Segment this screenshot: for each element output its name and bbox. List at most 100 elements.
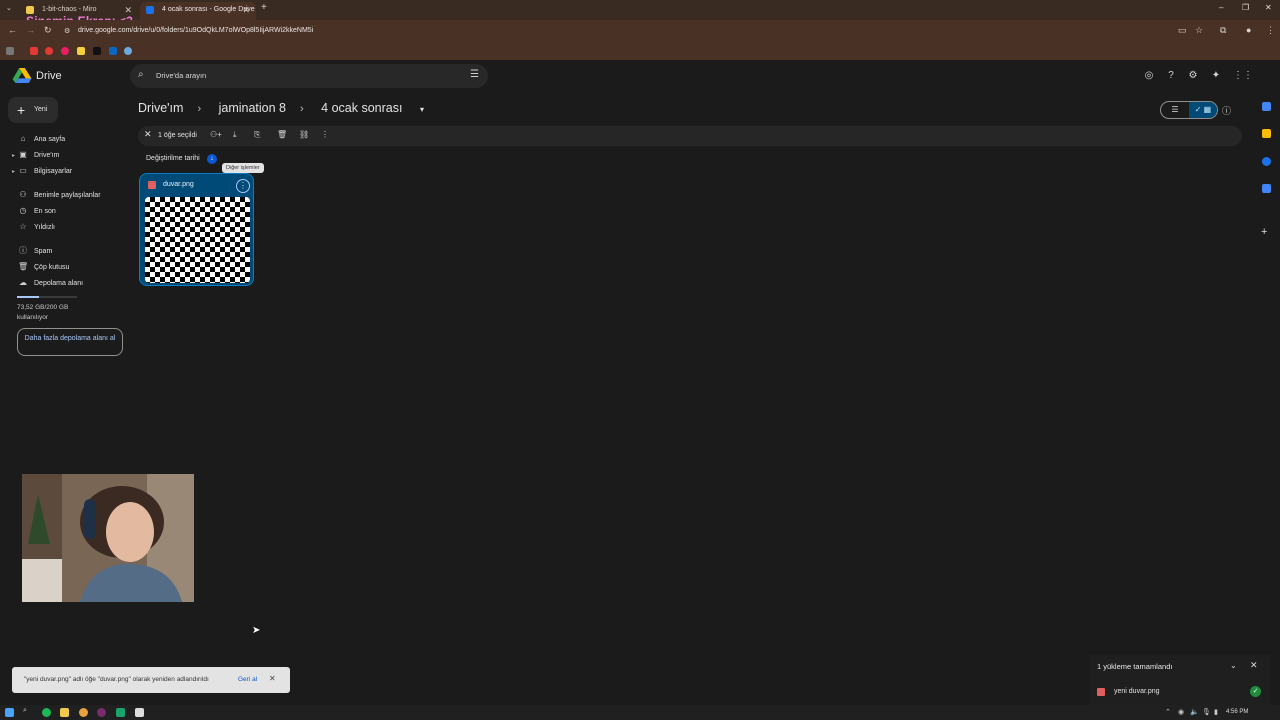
copy-link-icon[interactable]: ⛓ xyxy=(299,130,309,139)
sidebar-item-home[interactable]: ⌂ Ana sayfa xyxy=(18,134,66,146)
volume-icon[interactable]: 🔈 xyxy=(1190,708,1199,716)
reddit-bookmark-icon[interactable] xyxy=(45,47,53,55)
plus-icon: + xyxy=(17,102,26,118)
sort-direction-icon[interactable]: ↓ xyxy=(207,154,217,164)
download-icon[interactable]: ⤓ xyxy=(233,130,237,140)
breadcrumb-my-drive[interactable]: Drive'ım xyxy=(138,101,183,115)
app-icon[interactable] xyxy=(135,708,144,717)
spotify-icon[interactable] xyxy=(42,708,51,717)
drive-brand[interactable]: Drive xyxy=(36,70,62,82)
chrome-icon[interactable] xyxy=(79,708,88,717)
restore-icon[interactable]: ❐ xyxy=(1242,3,1249,12)
youtube-bookmark-icon[interactable] xyxy=(30,47,38,55)
tab-search-icon[interactable]: ⌄ xyxy=(6,4,12,12)
sidebar-item-starred[interactable]: ☆ Yıldızlı xyxy=(18,222,55,234)
help-icon[interactable]: ? xyxy=(1165,70,1177,81)
tasks-icon[interactable] xyxy=(1262,157,1271,166)
search-input[interactable]: Drive'da arayın xyxy=(156,71,206,80)
profile-icon[interactable]: ● xyxy=(1246,25,1251,35)
computer-icon: ▭ xyxy=(19,166,27,175)
add-addon-icon[interactable]: + xyxy=(1261,226,1267,238)
details-info-icon[interactable]: ⓘ xyxy=(1222,104,1231,117)
sidebar-item-my-drive[interactable]: ▸ ▣ Drive'ım xyxy=(12,150,59,162)
breadcrumb: Drive'ım › jamination 8 › 4 ocak sonrası ▾ xyxy=(138,101,452,115)
tiktok-bookmark-icon[interactable] xyxy=(93,47,101,55)
reload-icon[interactable]: ↻ xyxy=(44,25,52,36)
sidebar-item-computers[interactable]: ▸ ▭ Bilgisayarlar xyxy=(12,166,72,178)
upload-item-name[interactable]: yeni duvar.png xyxy=(1114,688,1160,695)
app-icon[interactable] xyxy=(116,708,125,717)
file-name: duvar.png xyxy=(163,181,194,188)
close-window-icon[interactable]: ✕ xyxy=(1265,3,1272,12)
linkedin-bookmark-icon[interactable] xyxy=(109,47,117,55)
sidebar-item-storage[interactable]: ☁ Depolama alanı xyxy=(18,278,83,290)
tray-chevron-icon[interactable]: ⌃ xyxy=(1165,708,1171,716)
search-icon[interactable]: ⌕ xyxy=(138,69,144,80)
file-card[interactable]: duvar.png ⋮ xyxy=(139,173,254,286)
sidebar-item-trash[interactable]: 🗑 Çöp kutusu xyxy=(18,262,69,274)
keep-icon[interactable] xyxy=(1262,129,1271,138)
more-actions-icon[interactable]: ⋮ xyxy=(321,130,329,139)
sidebar-item-label: Depolama alanı xyxy=(34,280,84,287)
sidebar-item-label: Ana sayfa xyxy=(34,136,66,143)
bookmark-star-icon[interactable]: ☆ xyxy=(1195,25,1203,36)
close-icon[interactable]: ✕ xyxy=(269,674,276,683)
undo-button[interactable]: Geri al xyxy=(238,676,257,683)
sort-label[interactable]: Değiştirilme tarihi xyxy=(146,155,200,162)
list-view-icon[interactable]: ☰ xyxy=(1161,102,1189,118)
search-bar[interactable]: ⌕ Drive'da arayın ☰ xyxy=(130,64,488,88)
battery-icon[interactable]: ▮ xyxy=(1214,708,1218,716)
bookmark-icon[interactable] xyxy=(124,47,132,55)
tab-close-icon[interactable]: ✕ xyxy=(242,2,250,18)
pinterest-bookmark-icon[interactable] xyxy=(61,47,69,55)
sidebar-item-label: Spam xyxy=(34,248,53,255)
grid-view-icon[interactable]: ✓ ▦ xyxy=(1189,102,1217,118)
taskbar-clock[interactable]: 4:56 PM xyxy=(1226,709,1248,715)
new-button[interactable]: + Yeni xyxy=(8,97,58,123)
miro-bookmark-icon[interactable] xyxy=(77,47,85,55)
expand-caret-icon[interactable]: ▸ xyxy=(12,166,15,178)
chevron-down-icon[interactable]: ⌄ xyxy=(1230,661,1237,670)
back-icon[interactable]: ← xyxy=(8,25,17,35)
forward-icon[interactable]: → xyxy=(26,25,35,35)
site-info-icon[interactable]: ⚙ xyxy=(64,27,70,35)
expand-caret-icon[interactable]: ▸ xyxy=(12,150,15,162)
drive-logo-icon[interactable] xyxy=(12,68,32,84)
buy-storage-button[interactable]: Daha fazla depolama alanı al xyxy=(17,328,123,356)
search-icon[interactable]: ⌕ xyxy=(23,707,27,715)
url-field[interactable]: drive.google.com/drive/u/0/folders/1u9Od… xyxy=(78,27,313,34)
breadcrumb-jamination-8[interactable]: jamination 8 xyxy=(219,101,286,115)
extensions-icon[interactable]: ⧉ xyxy=(1220,25,1226,36)
new-tab-button[interactable]: + xyxy=(261,2,267,13)
apps-grid-icon[interactable]: ⋮⋮ xyxy=(1233,70,1253,81)
apps-icon[interactable] xyxy=(6,47,14,55)
sidebar-item-recent[interactable]: ◷ En son xyxy=(18,206,56,218)
breadcrumb-current-folder[interactable]: 4 ocak sonrası ▾ xyxy=(321,101,438,115)
contacts-icon[interactable] xyxy=(1262,184,1271,193)
search-options-icon[interactable]: ☰ xyxy=(470,69,479,80)
minimize-icon[interactable]: – xyxy=(1219,3,1223,12)
file-explorer-icon[interactable] xyxy=(60,708,69,717)
offline-status-icon[interactable]: ◎ xyxy=(1143,70,1155,81)
move-icon[interactable]: ⎘ xyxy=(254,130,260,140)
share-icon[interactable]: ⚇+ xyxy=(210,130,222,139)
sidebar-item-shared[interactable]: ⚇ Benimle paylaşılanlar xyxy=(18,190,100,202)
calendar-icon[interactable] xyxy=(1262,102,1271,111)
mic-icon[interactable]: 🎙 xyxy=(1202,708,1211,716)
start-icon[interactable] xyxy=(5,708,14,717)
taskbar: ⌕ ⌃ ◉ 🔈 🎙 ▮ 4:56 PM xyxy=(0,705,1280,720)
gemini-icon[interactable]: ✦ xyxy=(1210,70,1222,81)
clear-selection-icon[interactable]: ✕ xyxy=(144,129,152,140)
tab-google-drive[interactable]: 4 ocak sonrası - Google Drive ✕ xyxy=(140,2,256,20)
settings-icon[interactable]: ⚙ xyxy=(1187,70,1199,81)
obs-icon[interactable] xyxy=(97,708,106,717)
browser-menu-icon[interactable]: ⋮ xyxy=(1266,25,1275,36)
sidebar-item-spam[interactable]: ⓘ Spam xyxy=(18,246,52,258)
drive-app: Drive + Yeni ⌂ Ana sayfa ▸ ▣ Drive'ım ▸ … xyxy=(0,60,1280,705)
more-options-icon[interactable]: ⋮ xyxy=(236,179,250,193)
delete-icon[interactable]: 🗑 xyxy=(277,130,287,139)
install-app-icon[interactable]: ▭ xyxy=(1178,25,1187,36)
network-icon[interactable]: ◉ xyxy=(1178,708,1184,716)
close-icon[interactable]: ✕ xyxy=(1250,660,1258,671)
chevron-right-icon: › xyxy=(197,103,202,115)
